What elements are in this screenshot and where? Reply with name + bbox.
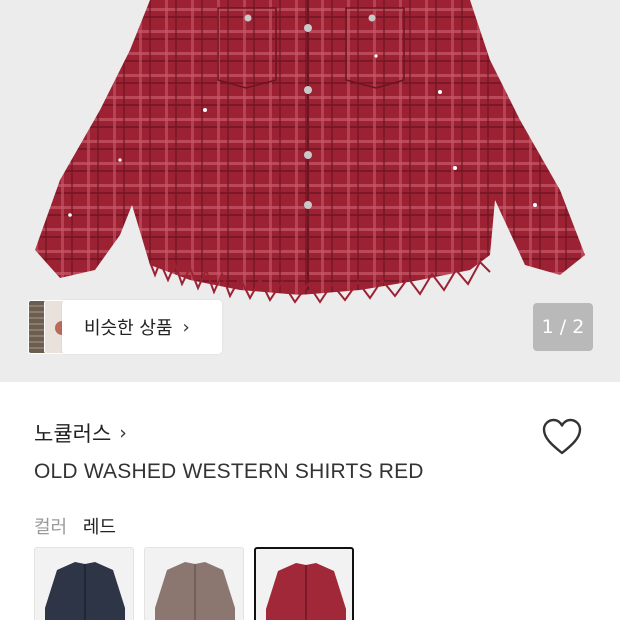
color-label: 컬러 xyxy=(34,517,68,538)
similar-products-label: 비슷한 상품 xyxy=(84,318,173,339)
similar-products-button[interactable]: 비슷한 상품 › xyxy=(28,300,222,354)
brand-link[interactable]: 노큘러스 › xyxy=(34,418,127,448)
color-swatch-red[interactable] xyxy=(254,547,354,620)
color-swatch-brown[interactable] xyxy=(144,547,244,620)
similar-products-pill[interactable]: 비슷한 상품 › xyxy=(62,300,222,354)
image-pager-indicator: 1 / 2 xyxy=(533,303,593,351)
selected-color-value: 레드 xyxy=(82,517,116,538)
heart-outline-icon[interactable] xyxy=(540,416,584,458)
chevron-right-icon: › xyxy=(182,316,190,338)
chevron-right-icon: › xyxy=(119,422,127,444)
product-image-carousel[interactable]: 비슷한 상품 › 1 / 2 xyxy=(0,0,620,382)
color-selection-label: 컬러 레드 xyxy=(34,513,116,539)
color-swatch-navy[interactable] xyxy=(34,547,134,620)
color-swatch-list xyxy=(34,547,354,620)
product-title: OLD WASHED WESTERN SHIRTS RED xyxy=(34,460,424,483)
brand-name: 노큘러스 xyxy=(34,422,112,446)
